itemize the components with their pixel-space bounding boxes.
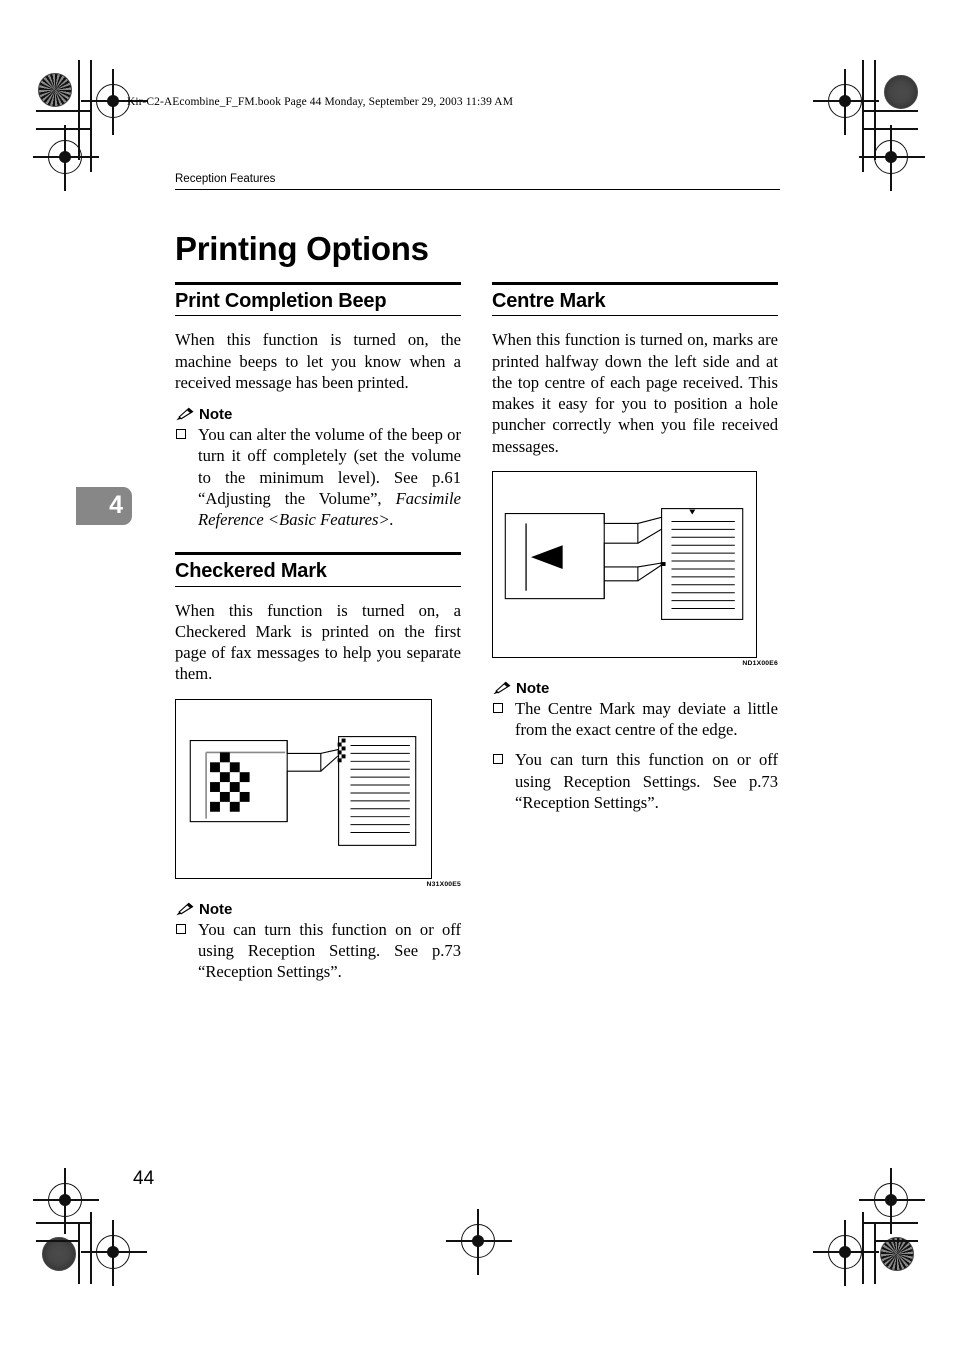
- note-item: The Centre Mark may deviate a little fro…: [492, 698, 778, 740]
- note-text: You can turn this function on or off usi…: [515, 750, 778, 812]
- page-title: Printing Options: [175, 230, 429, 268]
- note-bullet-icon: [176, 923, 186, 934]
- right-column: Centre Mark When this function is turned…: [492, 282, 778, 813]
- note-heading: Note: [175, 406, 461, 423]
- section-body-print-completion-beep: When this function is turned on, the mac…: [175, 330, 461, 392]
- note-item: You can turn this function on or off usi…: [175, 919, 461, 983]
- running-head: Reception Features: [175, 173, 780, 190]
- section-heading-centre-mark: Centre Mark: [492, 282, 778, 317]
- note-label: Note: [199, 406, 233, 424]
- book-file-header: Kir-C2-AEcombine_F_FM.book Page 44 Monda…: [127, 96, 514, 108]
- note-bullet-icon: [176, 429, 186, 440]
- note-label: Note: [516, 679, 550, 697]
- page-number: 44: [133, 1168, 155, 1189]
- note-text: You can turn this function on or off usi…: [198, 919, 461, 982]
- left-column: Print Completion Beep When this function…: [175, 282, 461, 982]
- note-item: You can turn this function on or off usi…: [492, 749, 778, 813]
- note-text: The Centre Mark may deviate a little fro…: [515, 698, 778, 740]
- chapter-tab: 4: [76, 487, 132, 525]
- figure-centre-mark: ND1X00E6: [492, 470, 778, 667]
- note-bullet-icon: [493, 702, 503, 713]
- pencil-icon: [175, 407, 194, 422]
- note-heading: Note: [492, 680, 778, 697]
- section-body-checkered-mark: When this function is turned on, a Check…: [175, 600, 461, 684]
- section-heading-print-completion-beep: Print Completion Beep: [175, 282, 461, 317]
- note-item: You can alter the volume of the beep or …: [175, 424, 461, 530]
- figure-code: ND1X00E6: [742, 659, 778, 667]
- section-heading-checkered-mark: Checkered Mark: [175, 552, 461, 587]
- note-list: You can alter the volume of the beep or …: [175, 424, 461, 530]
- note-list: The Centre Mark may deviate a little fro…: [492, 698, 778, 813]
- pencil-icon: [175, 902, 194, 917]
- note-list: You can turn this function on or off usi…: [175, 919, 461, 983]
- figure-checkered-mark: N31X00E5: [175, 698, 461, 888]
- section-body-centre-mark: When this function is turned on, marks a…: [492, 330, 778, 456]
- note-bullet-icon: [493, 754, 503, 765]
- note-label: Note: [199, 900, 233, 918]
- note-heading: Note: [175, 901, 461, 918]
- figure-code: N31X00E5: [426, 880, 461, 888]
- pencil-icon: [492, 681, 511, 696]
